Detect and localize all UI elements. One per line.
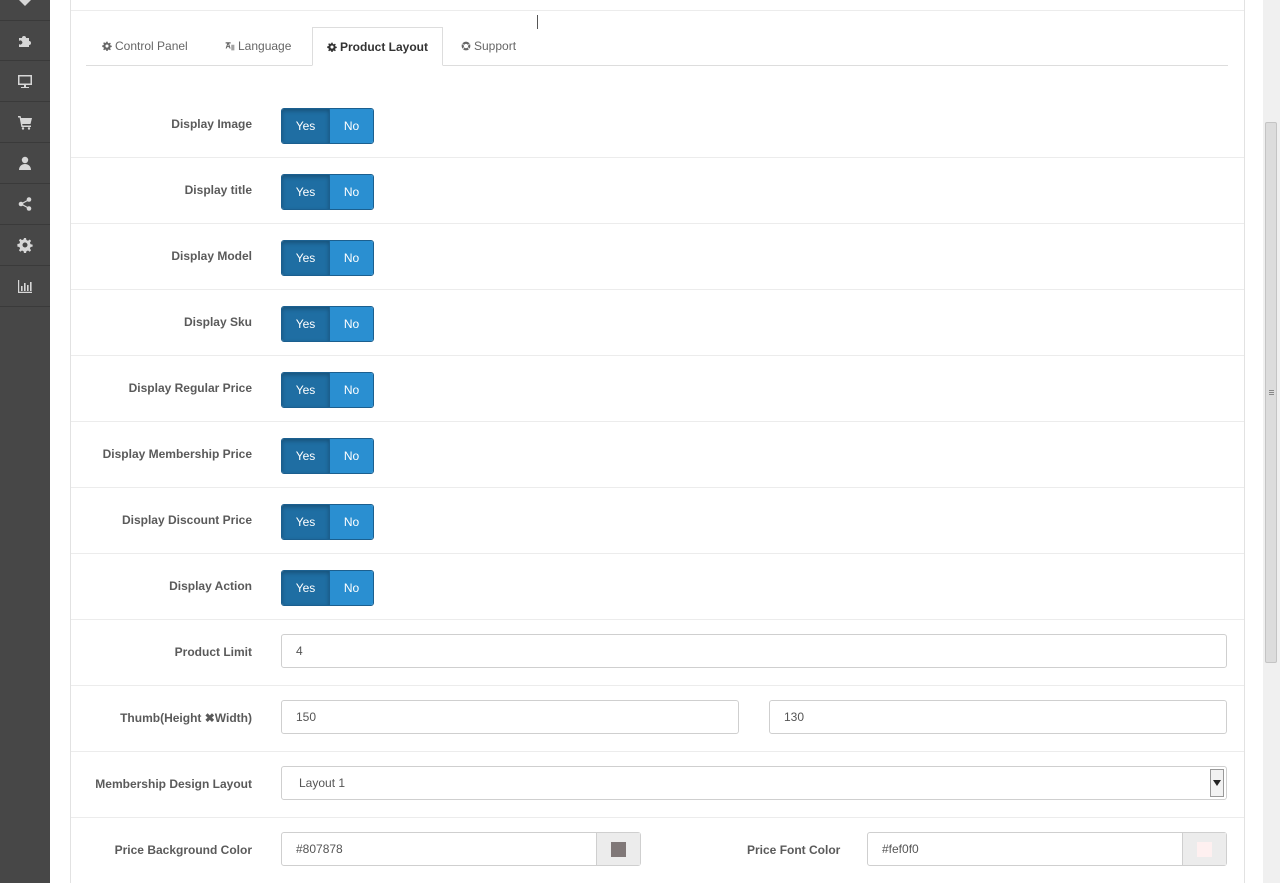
display-sku-toggle: Yes No xyxy=(281,306,374,342)
field-label: Price Background Color xyxy=(114,843,252,857)
row-display-regular-price: Display Regular Price Yes No xyxy=(71,355,1244,422)
user-icon[interactable] xyxy=(0,143,50,184)
color-swatch xyxy=(1197,841,1212,857)
no-button[interactable]: No xyxy=(330,571,373,605)
no-button[interactable]: No xyxy=(330,307,373,341)
no-button[interactable]: No xyxy=(330,439,373,473)
left-sidebar xyxy=(0,0,50,883)
display-action-toggle: Yes No xyxy=(281,570,374,606)
field-label: Display Membership Price xyxy=(102,447,252,461)
thumb-height-input[interactable]: 150 xyxy=(281,700,739,734)
tab-product-layout[interactable]: Product Layout xyxy=(312,27,444,66)
row-display-title: Display title Yes No xyxy=(71,157,1244,224)
vertical-scrollbar[interactable] xyxy=(1263,0,1280,883)
tab-control-panel[interactable]: Control Panel xyxy=(100,27,190,65)
field-label: Price Font Color xyxy=(747,843,841,857)
yes-button[interactable]: Yes xyxy=(282,439,330,473)
gear-icon xyxy=(102,41,112,51)
yes-button[interactable]: Yes xyxy=(282,373,330,407)
no-button[interactable]: No xyxy=(330,109,373,143)
color-swatch xyxy=(611,841,626,857)
field-label: Display title xyxy=(184,183,252,197)
tab-label: Control Panel xyxy=(115,39,188,53)
field-label: Display Model xyxy=(171,249,252,263)
price-font-color-input[interactable]: #fef0f0 xyxy=(867,832,1227,866)
color-picker-button[interactable] xyxy=(1182,833,1226,865)
row-display-membership-price: Display Membership Price Yes No xyxy=(71,421,1244,488)
no-button[interactable]: No xyxy=(330,373,373,407)
divider xyxy=(71,10,1244,11)
puzzle-icon[interactable] xyxy=(0,20,50,61)
row-thumb-size: Thumb(Height ✖Width) 150 130 xyxy=(71,685,1244,752)
membership-layout-select[interactable]: Layout 1 xyxy=(281,766,1227,800)
price-background-color-input[interactable]: #807878 xyxy=(281,832,641,866)
row-display-model: Display Model Yes No xyxy=(71,223,1244,290)
display-membership-price-toggle: Yes No xyxy=(281,438,374,474)
row-display-image: Display Image Yes No xyxy=(71,91,1244,158)
yes-button[interactable]: Yes xyxy=(282,307,330,341)
row-price-colors: Price Background Color #807878 Price Fon… xyxy=(71,817,1244,883)
field-label: Display Action xyxy=(169,579,252,593)
bar-chart-icon[interactable] xyxy=(0,266,50,307)
tab-label: Language xyxy=(238,39,292,53)
gear-icon xyxy=(327,42,337,52)
row-display-action: Display Action Yes No xyxy=(71,553,1244,620)
no-button[interactable]: No xyxy=(330,241,373,275)
display-model-toggle: Yes No xyxy=(281,240,374,276)
tab-bar: Control Panel Language Product Layout Su… xyxy=(86,27,1228,66)
no-button[interactable]: No xyxy=(330,175,373,209)
tab-support[interactable]: Support xyxy=(459,27,518,65)
lifebuoy-icon xyxy=(461,41,471,51)
display-discount-price-toggle: Yes No xyxy=(281,504,374,540)
yes-button[interactable]: Yes xyxy=(282,571,330,605)
language-icon xyxy=(225,42,235,51)
tab-language[interactable]: Language xyxy=(223,27,293,65)
display-title-toggle: Yes No xyxy=(281,174,374,210)
thumb-width-input[interactable]: 130 xyxy=(769,700,1227,734)
yes-button[interactable]: Yes xyxy=(282,241,330,275)
row-product-limit: Product Limit 4 xyxy=(71,619,1244,686)
field-label: Display Image xyxy=(171,117,252,131)
field-label: Product Limit xyxy=(174,645,252,659)
row-display-discount-price: Display Discount Price Yes No xyxy=(71,487,1244,554)
row-membership-layout: Membership Design Layout Layout 1 xyxy=(71,751,1244,818)
yes-button[interactable]: Yes xyxy=(282,175,330,209)
row-display-sku: Display Sku Yes No xyxy=(71,289,1244,356)
field-label: Thumb(Height ✖Width) xyxy=(120,711,252,725)
cart-icon[interactable] xyxy=(0,102,50,143)
dropdown-arrow-icon[interactable] xyxy=(1210,769,1224,797)
color-value: #807878 xyxy=(296,842,343,856)
product-limit-input[interactable]: 4 xyxy=(281,634,1227,668)
gear-icon[interactable] xyxy=(0,225,50,266)
scrollbar-thumb[interactable] xyxy=(1265,122,1277,663)
field-label: Display Regular Price xyxy=(128,381,252,395)
share-icon[interactable] xyxy=(0,184,50,225)
color-value: #fef0f0 xyxy=(882,842,919,856)
tag-icon[interactable] xyxy=(0,0,50,21)
field-label: Display Discount Price xyxy=(121,513,252,527)
tab-label: Product Layout xyxy=(340,39,429,54)
tab-label: Support xyxy=(474,39,517,53)
display-image-toggle: Yes No xyxy=(281,108,374,144)
field-label: Membership Design Layout xyxy=(95,777,252,791)
yes-button[interactable]: Yes xyxy=(282,505,330,539)
settings-panel: Control Panel Language Product Layout Su… xyxy=(70,0,1245,883)
color-picker-button[interactable] xyxy=(596,833,640,865)
no-button[interactable]: No xyxy=(330,505,373,539)
select-value: Layout 1 xyxy=(299,776,346,790)
monitor-icon[interactable] xyxy=(0,61,50,102)
yes-button[interactable]: Yes xyxy=(282,109,330,143)
display-regular-price-toggle: Yes No xyxy=(281,372,374,408)
field-label: Display Sku xyxy=(183,315,252,329)
